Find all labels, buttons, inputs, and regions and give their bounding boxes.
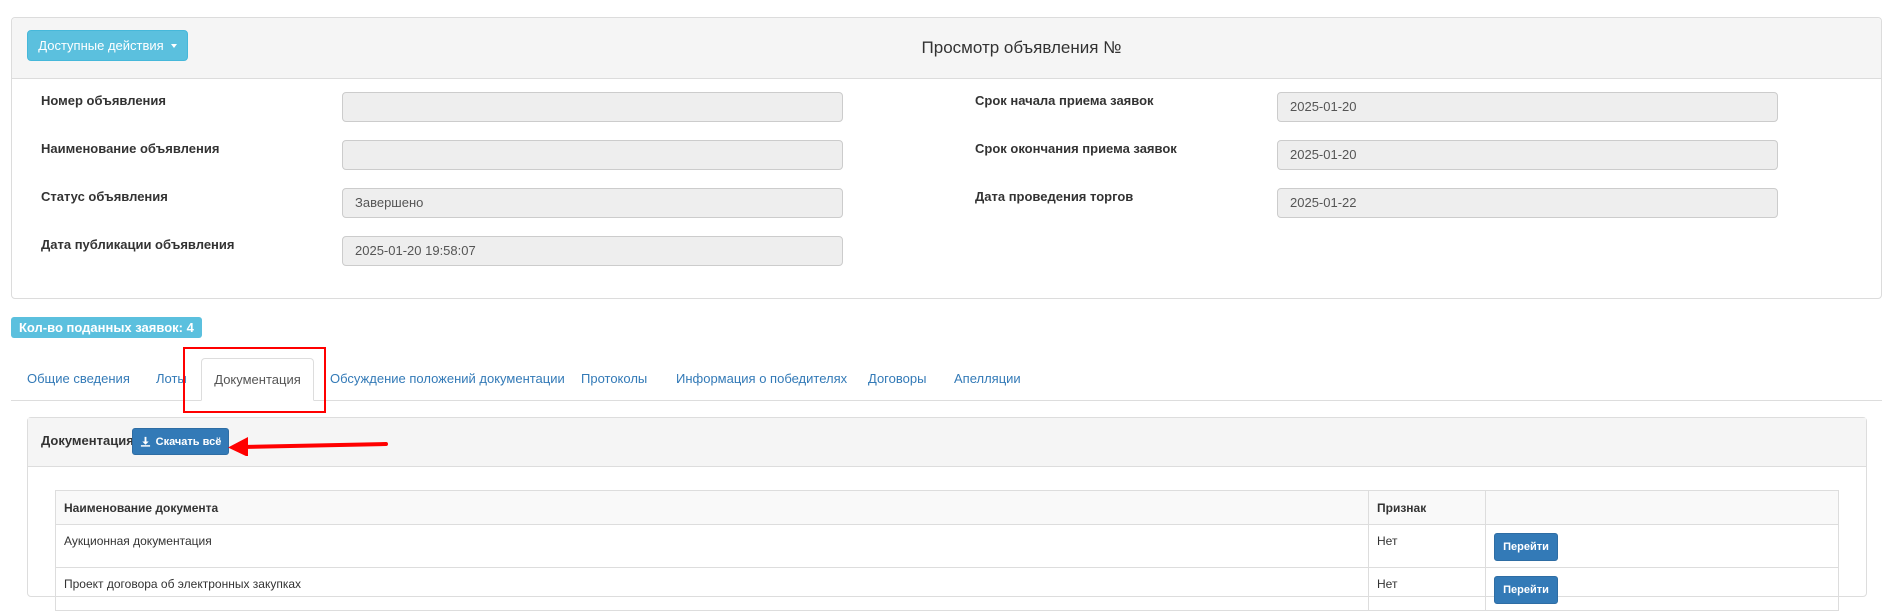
field-label-name: Наименование объявления (41, 141, 220, 156)
annotation-highlight-box (183, 347, 326, 413)
applications-count-badge: Кол-во поданных заявок: 4 (11, 317, 202, 338)
available-actions-label: Доступные действия (38, 38, 164, 53)
field-status-input: Завершено (342, 188, 843, 218)
document-name-cell: Проект договора об электронных закупках (55, 567, 1369, 611)
field-name-input (342, 140, 843, 170)
panel-heading: Просмотр объявления № Доступные действия (12, 18, 1881, 79)
tab-protocols[interactable]: Протоколы (581, 358, 647, 400)
field-number-input (342, 92, 843, 122)
field-label-start-date: Срок начала приема заявок (975, 93, 1154, 108)
caret-down-icon (170, 43, 177, 48)
column-header-flag: Признак (1368, 490, 1486, 525)
table-row: Аукционная документация Нет Перейти (55, 524, 1839, 568)
field-start-date-input: 2025-01-20 (1277, 92, 1778, 122)
documentation-heading-label: Документация (41, 433, 134, 448)
field-publication-date-input: 2025-01-20 19:58:07 (342, 236, 843, 266)
field-label-auction-date: Дата проведения торгов (975, 189, 1134, 204)
table-header-row: Наименование документа Признак (55, 490, 1839, 525)
document-flag-cell: Нет (1368, 567, 1486, 611)
tab-appeals[interactable]: Апелляции (954, 358, 1021, 400)
available-actions-button[interactable]: Доступные действия (27, 30, 188, 61)
documents-table: Наименование документа Признак Аукционна… (55, 490, 1839, 611)
tab-documentation-discussion[interactable]: Обсуждение положений документации (330, 358, 565, 400)
tab-contracts[interactable]: Договоры (868, 358, 926, 400)
field-auction-date-input: 2025-01-22 (1277, 188, 1778, 218)
download-all-button[interactable]: Скачать всё (132, 428, 229, 455)
tab-general[interactable]: Общие сведения (27, 358, 130, 400)
annotation-arrow-icon (228, 437, 388, 456)
document-action-cell: Перейти (1485, 567, 1839, 611)
go-button[interactable]: Перейти (1494, 533, 1558, 561)
table-row: Проект договора об электронных закупках … (55, 567, 1839, 611)
download-all-label: Скачать всё (155, 435, 222, 448)
field-label-status: Статус объявления (41, 189, 168, 204)
field-label-number: Номер объявления (41, 93, 166, 108)
field-label-end-date: Срок окончания приема заявок (975, 141, 1177, 156)
document-action-cell: Перейти (1485, 524, 1839, 568)
document-name-cell: Аукционная документация (55, 524, 1369, 568)
field-label-publication-date: Дата публикации объявления (41, 237, 235, 252)
field-end-date-input: 2025-01-20 (1277, 140, 1778, 170)
tab-winners-info[interactable]: Информация о победителях (676, 358, 847, 400)
download-icon (140, 436, 150, 447)
go-button[interactable]: Перейти (1494, 576, 1558, 604)
page-title: Просмотр объявления № (921, 38, 1122, 57)
column-header-action (1485, 490, 1839, 525)
column-header-document-name: Наименование документа (55, 490, 1369, 525)
announcement-panel: Просмотр объявления № Доступные действия… (11, 17, 1882, 299)
document-flag-cell: Нет (1368, 524, 1486, 568)
